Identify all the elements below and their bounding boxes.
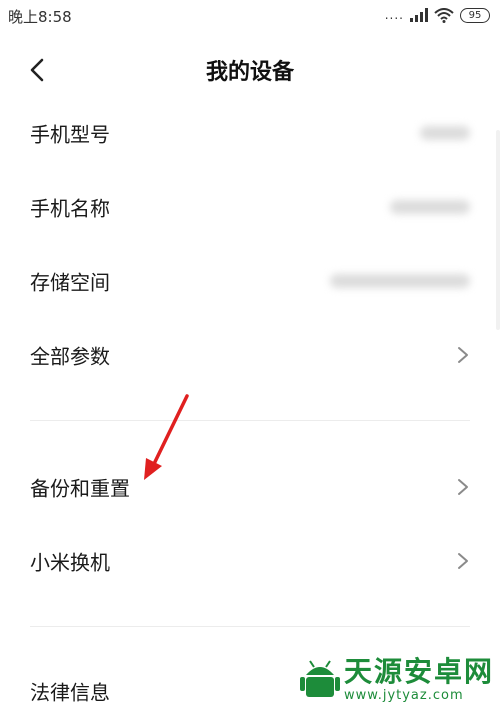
row-label: 备份和重置 bbox=[30, 476, 130, 501]
cellular-signal-icon bbox=[410, 8, 428, 22]
row-mi-mover[interactable]: 小米换机 bbox=[0, 524, 500, 598]
chevron-right-icon bbox=[458, 347, 468, 363]
section-divider bbox=[30, 626, 470, 627]
row-all-specs[interactable]: 全部参数 bbox=[0, 318, 500, 392]
watermark-title: 天源安卓网 bbox=[344, 654, 495, 688]
row-label: 小米换机 bbox=[30, 550, 110, 575]
status-time: 晚上8:58 bbox=[8, 8, 72, 26]
battery-icon: 95 bbox=[460, 7, 490, 23]
blurred-value bbox=[330, 274, 470, 288]
header: 我的设备 bbox=[0, 40, 500, 98]
android-logo-icon bbox=[300, 660, 340, 697]
row-backup-reset[interactable]: 备份和重置 bbox=[0, 450, 500, 524]
row-label: 存储空间 bbox=[30, 270, 110, 295]
row-label: 手机名称 bbox=[30, 196, 110, 221]
watermark: 天源安卓网 www.jytyaz.com bbox=[300, 655, 494, 703]
watermark-url: www.jytyaz.com bbox=[344, 687, 464, 703]
section-divider bbox=[30, 420, 470, 421]
watermark-text: 天源安卓网 www.jytyaz.com bbox=[344, 654, 495, 703]
row-label: 全部参数 bbox=[30, 344, 110, 369]
signal-dots: .... bbox=[384, 8, 404, 22]
wifi-icon bbox=[434, 7, 454, 23]
status-icons: .... 95 bbox=[385, 6, 490, 24]
blurred-value bbox=[390, 200, 470, 214]
row-storage[interactable]: 存储空间 bbox=[0, 244, 500, 318]
annotation-arrow-icon bbox=[144, 394, 189, 480]
page-title: 我的设备 bbox=[205, 60, 294, 85]
row-label: 法律信息 bbox=[30, 680, 110, 705]
chevron-right-icon bbox=[458, 553, 468, 569]
row-phone-model[interactable]: 手机型号 bbox=[0, 96, 500, 170]
row-phone-name[interactable]: 手机名称 bbox=[0, 170, 500, 244]
chevron-right-icon bbox=[458, 479, 468, 495]
row-label: 手机型号 bbox=[30, 122, 110, 147]
status-bar: 晚上8:58 .... 95 bbox=[0, 0, 500, 34]
blurred-value bbox=[420, 126, 470, 140]
